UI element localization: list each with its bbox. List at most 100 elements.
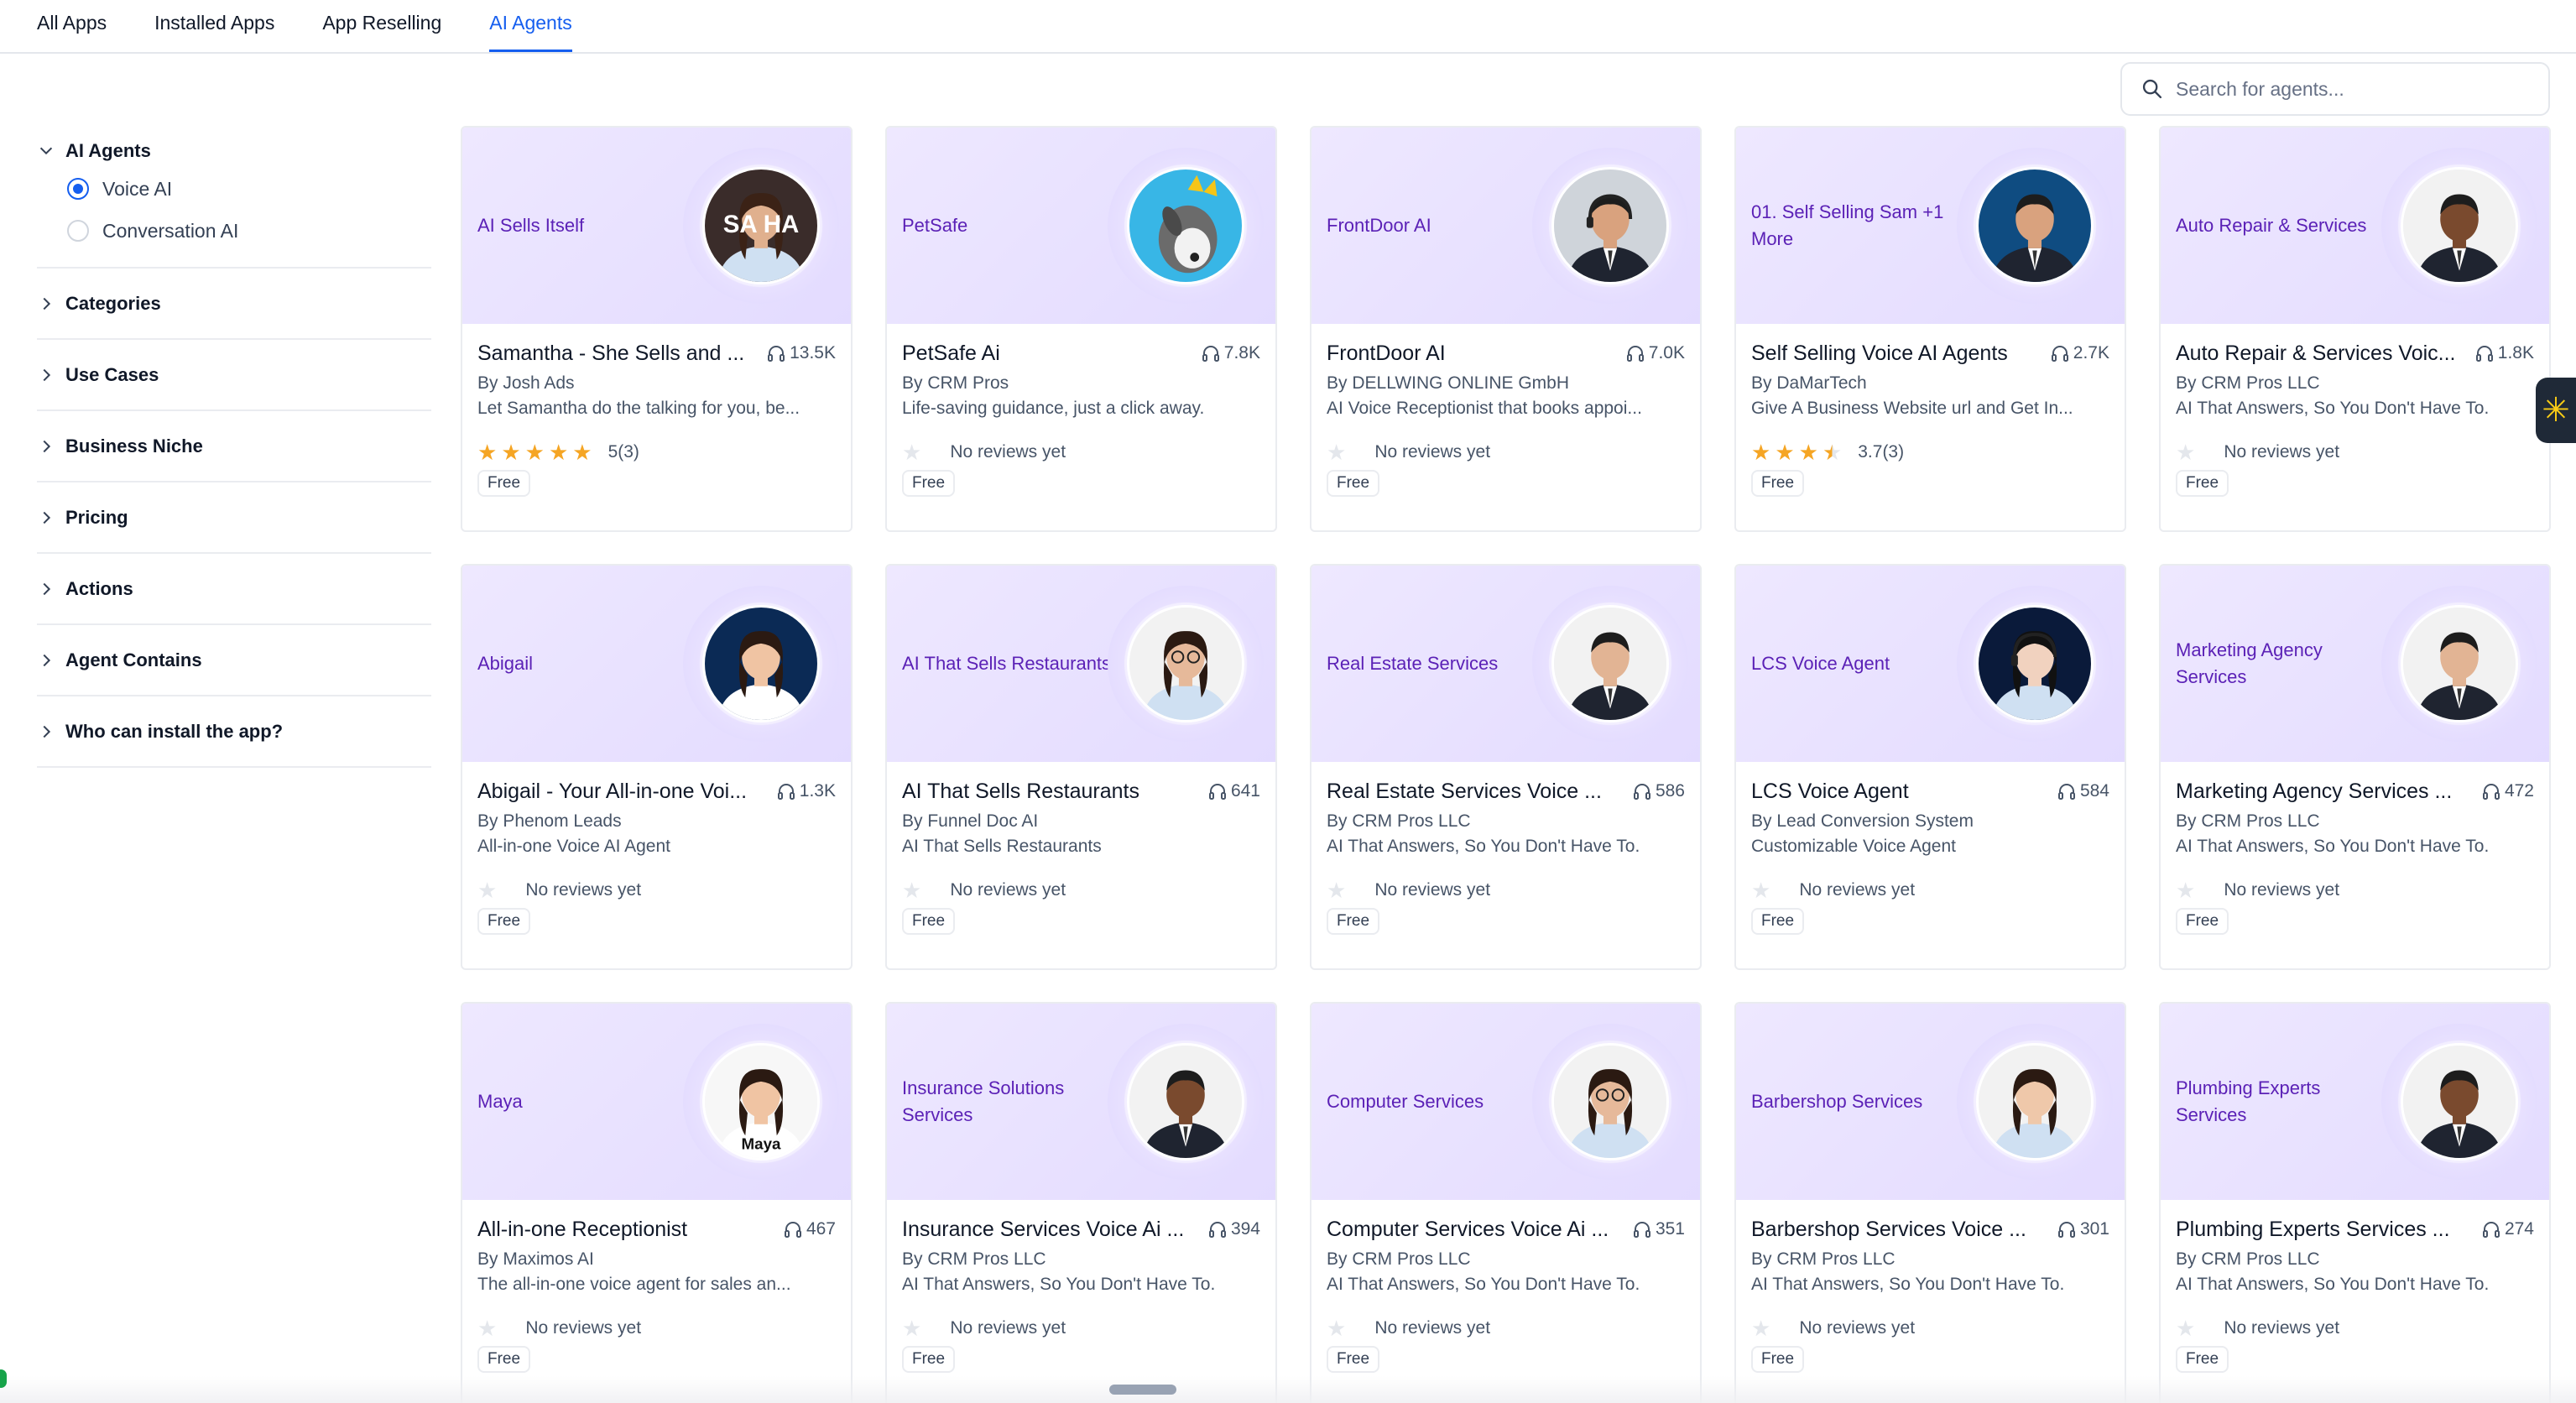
agent-card[interactable]: Abigail Abigail - Your All-in-one Voi...… xyxy=(461,564,853,970)
agent-description: AI That Answers, So You Don't Have To. xyxy=(1751,1275,2065,1294)
radio-conversation-ai[interactable]: Conversation AI xyxy=(37,210,431,252)
rating-text: No reviews yet xyxy=(1374,880,1491,900)
agent-card[interactable]: Real Estate Services Real Estate Service… xyxy=(1310,564,1702,970)
agent-title[interactable]: Marketing Agency Services ... xyxy=(2176,780,2452,804)
banner-title: Abigail xyxy=(477,653,534,674)
filter-toggle-ai-agents[interactable]: AI Agents xyxy=(37,134,431,168)
agent-card[interactable]: 01. Self Selling Sam +1 More Self Sellin… xyxy=(1734,126,2126,532)
install-count: 586 xyxy=(1632,781,1685,801)
filter-toggle[interactable]: Agent Contains xyxy=(37,644,431,677)
agent-title[interactable]: All-in-one Receptionist xyxy=(477,1218,687,1242)
install-count: 472 xyxy=(2481,781,2534,801)
search-input[interactable] xyxy=(2176,77,2545,101)
price-badge: Free xyxy=(902,1346,956,1373)
tab-installed-apps[interactable]: Installed Apps xyxy=(154,12,274,52)
scrollbar-handle[interactable] xyxy=(1109,1385,1176,1395)
agent-avatar xyxy=(1976,1043,2094,1160)
agent-title[interactable]: FrontDoor AI xyxy=(1327,342,1446,366)
filter-toggle[interactable]: Business Niche xyxy=(37,430,431,463)
radio-button-selected[interactable] xyxy=(67,178,89,200)
agent-card[interactable]: Marketing Agency Services Marketing Agen… xyxy=(2159,564,2551,970)
filter-label: Pricing xyxy=(65,507,128,528)
card-banner: FrontDoor AI xyxy=(1311,128,1700,324)
agent-card[interactable]: Barbershop Services Barbershop Services … xyxy=(1734,1002,2126,1403)
radio-button[interactable] xyxy=(67,220,89,242)
rating-text: No reviews yet xyxy=(2224,442,2340,462)
card-banner: AI Sells Itself SA HA xyxy=(462,128,851,324)
empty-star-icon: ★ xyxy=(902,1316,922,1341)
card-banner: Auto Repair & Services xyxy=(2161,128,2549,324)
tab-all-apps[interactable]: All Apps xyxy=(37,12,107,52)
agent-author: By Josh Ads xyxy=(477,373,575,393)
agent-card[interactable]: Plumbing Experts Services Plumbing Exper… xyxy=(2159,1002,2551,1403)
agent-rating: ★ No reviews yet xyxy=(1751,1316,2109,1341)
tab-ai-agents[interactable]: AI Agents xyxy=(489,12,572,52)
agent-avatar xyxy=(2401,1043,2518,1160)
agent-description: AI That Answers, So You Don't Have To. xyxy=(1327,837,1640,856)
agent-avatar xyxy=(1127,605,1244,722)
top-tabs: All Apps Installed Apps App Reselling AI… xyxy=(0,0,2576,54)
filter-label: Use Cases xyxy=(65,364,159,385)
agent-description: AI That Answers, So You Don't Have To. xyxy=(2176,399,2490,418)
agent-title[interactable]: Real Estate Services Voice ... xyxy=(1327,780,1602,804)
agent-title[interactable]: LCS Voice Agent xyxy=(1751,780,1909,804)
agent-author: By DaMarTech xyxy=(1751,373,1867,393)
chevron-down-icon xyxy=(39,147,53,155)
price-badge: Free xyxy=(1751,908,1805,935)
rating-stars: ★ xyxy=(477,1317,514,1339)
install-count: 1.3K xyxy=(776,781,836,801)
rating-stars: ★ xyxy=(902,1317,938,1339)
agent-card[interactable]: AI That Sells Restaurants AI That Sells … xyxy=(885,564,1277,970)
empty-star-icon: ★ xyxy=(1327,440,1347,465)
card-banner: Insurance Solutions Services xyxy=(887,1004,1275,1200)
agent-card[interactable]: LCS Voice Agent LCS Voice Agent 584 By L… xyxy=(1734,564,2126,970)
agent-title[interactable]: Auto Repair & Services Voic... xyxy=(2176,342,2455,366)
filter-toggle[interactable]: Actions xyxy=(37,572,431,606)
empty-star-icon: ★ xyxy=(2176,1316,2196,1341)
filter-toggle[interactable]: Pricing xyxy=(37,501,431,535)
tab-app-reselling[interactable]: App Reselling xyxy=(322,12,441,52)
filter-toggle[interactable]: Who can install the app? xyxy=(37,715,431,748)
search-box[interactable] xyxy=(2120,62,2550,116)
agent-avatar xyxy=(1127,167,1244,284)
help-widget[interactable]: ✳ xyxy=(2536,378,2576,443)
agent-rating: ★ No reviews yet xyxy=(2176,1316,2534,1341)
agent-title[interactable]: Barbershop Services Voice ... xyxy=(1751,1218,2026,1242)
agent-title[interactable]: AI That Sells Restaurants xyxy=(902,780,1139,804)
banner-title: Insurance Solutions Services xyxy=(902,1077,1065,1125)
rating-stars: ★ xyxy=(2176,879,2212,901)
banner-title: PetSafe xyxy=(902,215,968,236)
agent-card[interactable]: Maya Maya All-in-one Receptionist 467 By… xyxy=(461,1002,853,1403)
filter-label: Categories xyxy=(65,293,161,314)
headphones-icon xyxy=(784,1222,801,1238)
agent-title[interactable]: Self Selling Voice AI Agents xyxy=(1751,342,2008,366)
install-count: 584 xyxy=(2057,781,2109,801)
agent-author: By Lead Conversion System xyxy=(1751,811,1974,831)
filter-toggle[interactable]: Categories xyxy=(37,287,431,321)
radio-voice-ai[interactable]: Voice AI xyxy=(37,168,431,210)
agent-card[interactable]: Insurance Solutions Services Insurance S… xyxy=(885,1002,1277,1403)
agent-card[interactable]: AI Sells Itself SA HA Samantha - She Sel… xyxy=(461,126,853,532)
agent-title[interactable]: PetSafe Ai xyxy=(902,342,1000,366)
card-body: Insurance Services Voice Ai ... 394 By C… xyxy=(887,1200,1275,1373)
star-icon: ★ xyxy=(1798,440,1818,465)
agent-card[interactable]: Computer Services Computer Services Voic… xyxy=(1310,1002,1702,1403)
agent-card[interactable]: PetSafe PetSafe Ai 7.8K By CRM Pros Life… xyxy=(885,126,1277,532)
install-count: 394 xyxy=(1207,1219,1260,1239)
agent-title[interactable]: Samantha - She Sells and ... xyxy=(477,342,744,366)
card-banner: 01. Self Selling Sam +1 More xyxy=(1736,128,2125,324)
agent-card[interactable]: FrontDoor AI FrontDoor AI 7.0K By DELLWI… xyxy=(1310,126,1702,532)
rating-stars: ★ ★ ★ ★ ★ xyxy=(477,441,597,463)
radio-label: Conversation AI xyxy=(102,219,239,242)
filter-group: Who can install the app? xyxy=(37,696,431,768)
agent-title[interactable]: Insurance Services Voice Ai ... xyxy=(902,1218,1184,1242)
agent-title[interactable]: Abigail - Your All-in-one Voi... xyxy=(477,780,747,804)
agent-description: Let Samantha do the talking for you, be.… xyxy=(477,399,800,418)
agent-title[interactable]: Plumbing Experts Services ... xyxy=(2176,1218,2450,1242)
headphones-icon xyxy=(2057,1222,2075,1238)
install-count-value: 472 xyxy=(2504,781,2534,801)
filter-toggle[interactable]: Use Cases xyxy=(37,358,431,392)
agent-title[interactable]: Computer Services Voice Ai ... xyxy=(1327,1218,1609,1242)
rating-text: No reviews yet xyxy=(1799,880,1916,900)
agent-card[interactable]: Auto Repair & Services Auto Repair & Ser… xyxy=(2159,126,2551,532)
